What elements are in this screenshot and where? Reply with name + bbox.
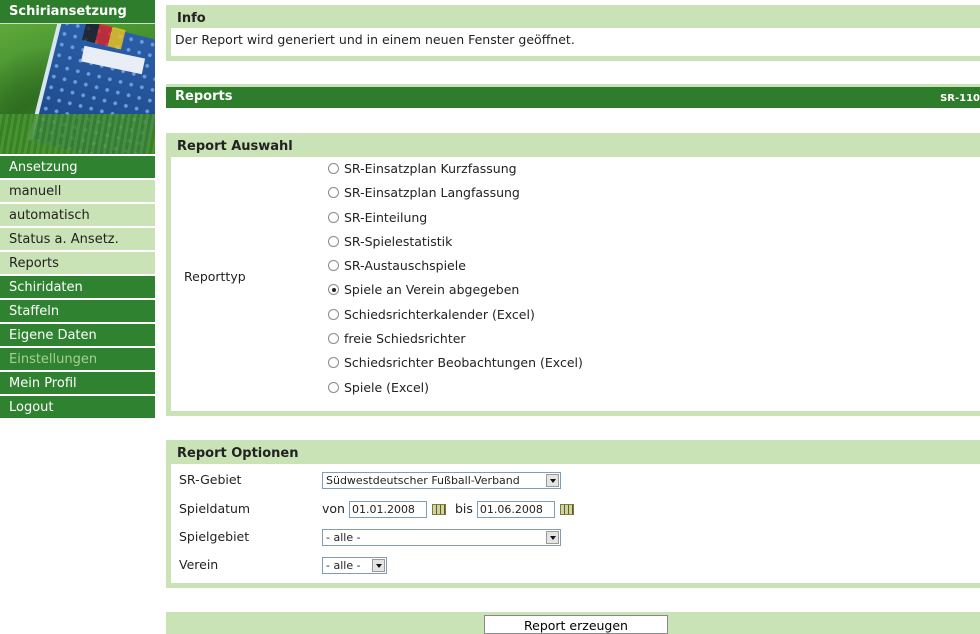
verein-label: Verein [179, 557, 219, 572]
sidebar-item-logout[interactable]: Logout [0, 396, 155, 420]
radio-option[interactable]: SR-Austauschspiele [328, 254, 583, 278]
radio-label[interactable]: Spiele (Excel) [344, 380, 429, 395]
radio-option[interactable]: freie Schiedsrichter [328, 327, 583, 351]
spieldatum-label: Spieldatum [179, 501, 251, 516]
spielgebiet-value: - alle - [326, 531, 361, 544]
radio-button-selected[interactable] [328, 284, 339, 296]
reporttyp-radio-group: SR-Einsatzplan Kurzfassung SR-Einsatzpla… [328, 157, 583, 400]
sidebar-item-automatisch[interactable]: automatisch [0, 204, 155, 228]
radio-option[interactable]: Spiele an Verein abgegeben [328, 278, 583, 302]
report-optionen-title: Report Optionen [171, 444, 980, 464]
sr-gebiet-row: SR-Gebiet Südwestdeutscher Fußball-Verba… [171, 468, 980, 492]
sidebar-title: Schiriansetzung [0, 0, 155, 24]
sr-gebiet-select[interactable]: Südwestdeutscher Fußball-Verband [322, 472, 561, 489]
reporttyp-label: Reporttyp [184, 269, 246, 284]
radio-button[interactable] [328, 235, 339, 247]
radio-button[interactable] [328, 357, 339, 369]
verein-select[interactable]: - alle - [322, 557, 387, 574]
verein-value: - alle - [326, 559, 361, 572]
reports-header: Reports SR-110 [166, 84, 980, 108]
radio-option[interactable]: Spiele (Excel) [328, 376, 583, 400]
verein-row: Verein - alle - [171, 553, 980, 577]
sidebar-item-staffeln[interactable]: Staffeln [0, 300, 155, 324]
bis-label: bis [454, 501, 473, 516]
sidebar-item-eigene-daten[interactable]: Eigene Daten [0, 324, 155, 348]
calendar-icon[interactable] [559, 504, 574, 515]
sidebar: Schiriansetzung Ansetzung manuell automa… [0, 0, 155, 420]
info-message: Der Report wird generiert und in einem n… [171, 28, 980, 55]
reports-title: Reports [175, 89, 233, 104]
radio-button[interactable] [328, 163, 339, 174]
report-erzeugen-button[interactable]: Report erzeugen [484, 615, 668, 634]
sidebar-item-ansetzung[interactable]: Ansetzung [0, 156, 155, 180]
radio-button[interactable] [328, 308, 339, 320]
bis-date-input[interactable]: 01.06.2008 [476, 501, 555, 518]
report-optionen-panel: Report Optionen SR-Gebiet Südwestdeutsch… [166, 440, 980, 588]
von-label: von [322, 501, 345, 516]
radio-button[interactable] [328, 260, 339, 272]
spielgebiet-label: Spielgebiet [179, 529, 250, 544]
radio-option[interactable]: SR-Einteilung [328, 206, 583, 230]
sr-gebiet-value: Südwestdeutscher Fußball-Verband [326, 474, 520, 487]
radio-label[interactable]: SR-Spielestatistik [344, 234, 452, 249]
info-panel: Info Der Report wird generiert und in ei… [166, 5, 980, 61]
spieldatum-row: Spieldatum von 01.01.2008 bis 01.06.2008 [171, 497, 980, 521]
radio-label[interactable]: SR-Einsatzplan Kurzfassung [344, 161, 517, 176]
radio-label[interactable]: Spiele an Verein abgegeben [344, 282, 519, 297]
radio-button[interactable] [328, 211, 339, 223]
radio-label[interactable]: SR-Austauschspiele [344, 258, 466, 273]
spielgebiet-row: Spielgebiet - alle - [171, 525, 980, 549]
sidebar-item-schiridaten[interactable]: Schiridaten [0, 276, 155, 300]
report-code: SR-110 [940, 93, 980, 104]
radio-label[interactable]: SR-Einteilung [344, 210, 427, 225]
sr-gebiet-label: SR-Gebiet [179, 472, 242, 487]
sidebar-item-manuell[interactable]: manuell [0, 180, 155, 204]
chevron-down-icon[interactable] [372, 559, 385, 572]
report-auswahl-title: Report Auswahl [171, 137, 980, 157]
radio-option[interactable]: SR-Einsatzplan Langfassung [328, 181, 583, 205]
radio-option[interactable]: Schiedsrichter Beobachtungen (Excel) [328, 351, 583, 375]
radio-button[interactable] [328, 333, 339, 345]
info-title: Info [171, 9, 980, 28]
spielgebiet-select[interactable]: - alle - [322, 529, 561, 546]
radio-option[interactable]: Schiedsrichterkalender (Excel) [328, 303, 583, 327]
radio-label[interactable]: freie Schiedsrichter [344, 331, 466, 346]
sidebar-item-einstellungen: Einstellungen [0, 348, 155, 372]
sidebar-item-status[interactable]: Status a. Ansetz. [0, 228, 155, 252]
radio-label[interactable]: SR-Einsatzplan Langfassung [344, 185, 520, 200]
radio-button[interactable] [328, 381, 339, 393]
report-auswahl-panel: Report Auswahl Reporttyp SR-Einsatzplan … [166, 133, 980, 416]
sidebar-nav: Ansetzung manuell automatisch Status a. … [0, 156, 155, 420]
chevron-down-icon[interactable] [546, 474, 559, 487]
sidebar-item-reports[interactable]: Reports [0, 252, 155, 276]
von-date-input[interactable]: 01.01.2008 [348, 501, 427, 518]
calendar-icon[interactable] [431, 504, 446, 515]
chevron-down-icon[interactable] [546, 531, 559, 544]
radio-label[interactable]: Schiedsrichter Beobachtungen (Excel) [344, 355, 583, 370]
radio-button[interactable] [328, 187, 339, 199]
sidebar-item-mein-profil[interactable]: Mein Profil [0, 372, 155, 396]
radio-label[interactable]: Schiedsrichterkalender (Excel) [344, 307, 535, 322]
referee-card-image [0, 24, 155, 156]
radio-option[interactable]: SR-Spielestatistik [328, 230, 583, 254]
radio-option[interactable]: SR-Einsatzplan Kurzfassung [328, 157, 583, 181]
submit-bar: Report erzeugen [166, 612, 980, 634]
